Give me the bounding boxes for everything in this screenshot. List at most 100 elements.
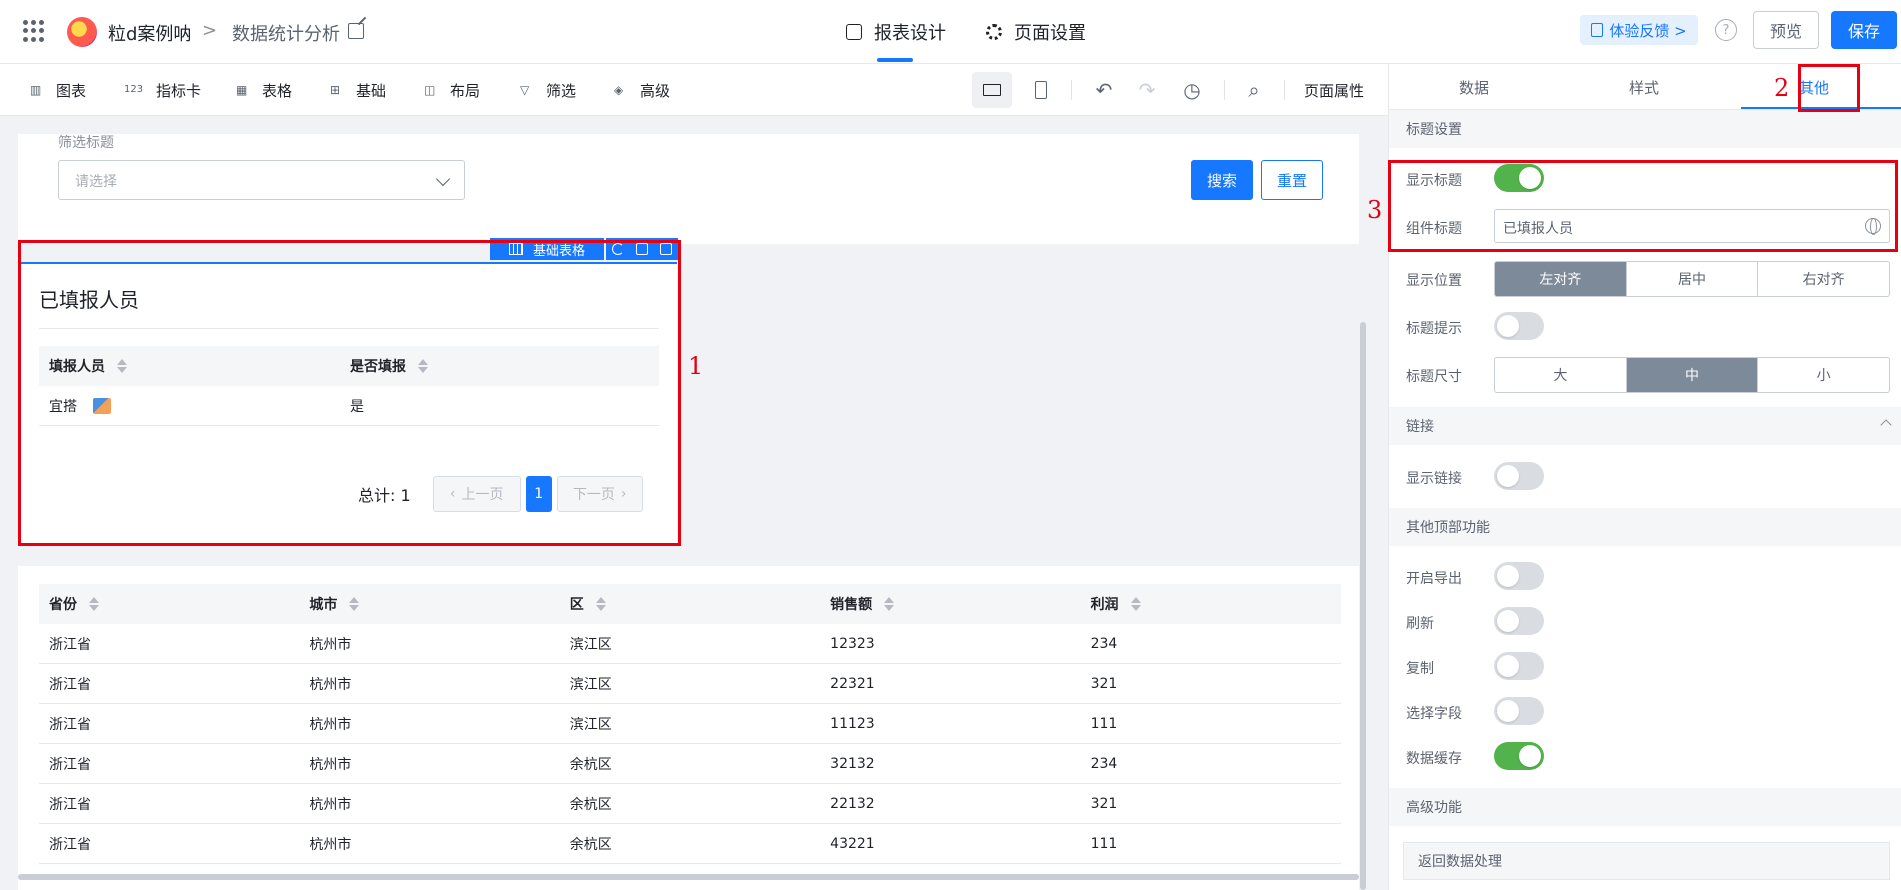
position-option-left[interactable]: 左对齐 — [1495, 262, 1626, 296]
section-link-heading: 链接 — [1406, 419, 1434, 435]
refresh-toggle[interactable] — [1494, 607, 1544, 635]
column-header[interactable]: 利润 — [1081, 594, 1341, 614]
sales-table-component[interactable]: 省份 城市 区 销售额 利润 浙江省 杭州市 滨江区 12323 234 浙江省 杭州市 滨江… — [18, 566, 1359, 890]
gear-icon — [986, 24, 1002, 40]
mobile-view-button[interactable] — [1029, 78, 1053, 102]
copy-icon[interactable] — [636, 243, 648, 255]
search-button[interactable]: 搜索 — [1191, 160, 1253, 200]
return-data-processing[interactable]: 返回数据处理 — [1403, 842, 1890, 880]
data-cache-toggle[interactable] — [1494, 742, 1544, 770]
mobile-icon — [1035, 81, 1047, 99]
title-tip-toggle[interactable] — [1494, 312, 1544, 340]
history-clock-icon[interactable]: ◷ — [1180, 78, 1204, 102]
size-option-medium[interactable]: 中 — [1625, 358, 1758, 392]
next-page-button[interactable]: 下一页 › — [556, 476, 643, 512]
active-tab-indicator — [1741, 107, 1901, 109]
active-tab-indicator — [877, 58, 913, 62]
toolbar-divider — [1071, 80, 1072, 100]
table-cell: 滨江区 — [569, 636, 612, 653]
number-card-icon: 123 — [124, 84, 144, 95]
search-icon[interactable]: ⌕ — [1242, 78, 1266, 102]
save-button[interactable]: 保存 — [1831, 11, 1897, 49]
tab-report-design[interactable]: 报表设计 — [846, 0, 946, 64]
delete-icon[interactable] — [660, 243, 672, 255]
sort-icon[interactable] — [884, 596, 895, 612]
position-option-center[interactable]: 居中 — [1625, 262, 1758, 296]
breadcrumb-separator: > — [202, 20, 218, 41]
toolbar-advanced[interactable]: ◈ 高级 — [614, 64, 670, 116]
toolbar-basic[interactable]: ⊞ 基础 — [330, 64, 386, 116]
column-header[interactable]: 区 — [560, 594, 820, 614]
refresh-icon[interactable] — [612, 243, 624, 255]
toolbar-chart[interactable]: ▥ 图表 — [30, 64, 86, 116]
table-row: 浙江省 杭州市 滨江区 12323 234 — [39, 624, 1341, 664]
section-link[interactable]: 链接 — [1389, 407, 1901, 445]
prev-page-label: 上一页 — [461, 487, 504, 503]
selected-table-component[interactable]: 已填报人员 填报人员 是否填报 宜搭 是 总计: 1 ‹ 上一页 1 下一页 › — [18, 262, 677, 545]
design-canvas: 筛选标题 请选择 搜索 重置 基础表格 已填报人员 填报人员 是否填报 宜搭 是 — [0, 116, 1388, 890]
cell-text: 宜搭 — [49, 398, 77, 415]
table-cell: 杭州市 — [309, 716, 352, 733]
pagination: 总计: 1 ‹ 上一页 1 下一页 › — [358, 475, 643, 513]
table-row: 浙江省 杭州市 滨江区 11123 111 — [39, 704, 1341, 744]
size-option-large[interactable]: 大 — [1495, 358, 1626, 392]
current-page[interactable]: 1 — [525, 476, 552, 512]
toolbar-table[interactable]: ▦ 表格 — [236, 64, 292, 116]
sort-icon[interactable] — [349, 596, 360, 612]
title-size-label: 标题尺寸 — [1406, 369, 1462, 385]
page-properties-button[interactable]: 页面属性 — [1304, 64, 1364, 116]
sort-icon[interactable] — [89, 596, 99, 612]
tab-data[interactable]: 数据 — [1389, 64, 1559, 110]
sort-icon[interactable] — [1130, 596, 1141, 612]
size-option-small[interactable]: 小 — [1757, 358, 1889, 392]
component-type-tag[interactable]: 基础表格 — [490, 238, 604, 260]
component-title-input[interactable]: 已填报人员 — [1494, 209, 1890, 243]
table-cell: 是 — [350, 398, 364, 415]
sort-icon[interactable] — [418, 358, 428, 374]
app-name[interactable]: 粒d案例呐 — [108, 20, 191, 46]
toolbar-layout[interactable]: ◫ 布局 — [424, 64, 480, 116]
component-title-value: 已填报人员 — [1503, 221, 1573, 237]
column-header[interactable]: 填报人员 — [39, 356, 350, 376]
export-toggle[interactable] — [1494, 562, 1544, 590]
tab-style[interactable]: 样式 — [1559, 64, 1729, 110]
help-icon[interactable]: ? — [1715, 19, 1737, 41]
show-title-toggle[interactable] — [1494, 164, 1544, 192]
column-header[interactable]: 销售额 — [820, 594, 1080, 614]
prev-page-button[interactable]: ‹ 上一页 — [432, 476, 521, 512]
copy-toggle[interactable] — [1494, 652, 1544, 680]
toolbar-filter[interactable]: ▽ 筛选 — [520, 64, 576, 116]
column-header[interactable]: 城市 — [299, 594, 559, 614]
app-grid-icon[interactable] — [23, 20, 45, 42]
sort-icon[interactable] — [595, 596, 606, 612]
toolbar-number-card[interactable]: 123 指标卡 — [124, 64, 201, 116]
horizontal-scrollbar[interactable] — [18, 874, 1359, 880]
sort-icon[interactable] — [117, 358, 127, 374]
show-link-toggle[interactable] — [1494, 462, 1544, 490]
desktop-view-button[interactable] — [972, 72, 1012, 108]
column-header[interactable]: 省份 — [39, 594, 299, 614]
table-header-row: 省份 城市 区 销售额 利润 — [39, 584, 1341, 624]
undo-icon[interactable]: ↶ — [1092, 78, 1116, 102]
bar-chart-icon: ▥ — [30, 83, 42, 97]
table-cell: 滨江区 — [569, 716, 612, 733]
position-option-right[interactable]: 右对齐 — [1757, 262, 1889, 296]
filter-select[interactable]: 请选择 — [58, 160, 465, 200]
table-row: 浙江省 杭州市 余杭区 43221 111 — [39, 824, 1341, 864]
feedback-button[interactable]: 体验反馈 > — [1580, 15, 1698, 45]
tab-other[interactable]: 其他 — [1729, 64, 1899, 110]
reset-button[interactable]: 重置 — [1261, 160, 1323, 200]
top-bar: 粒d案例呐 > 数据统计分析 报表设计 页面设置 体验反馈 > ? 预览 保存 — [0, 0, 1901, 64]
tab-page-settings[interactable]: 页面设置 — [986, 0, 1086, 64]
vertical-scrollbar[interactable] — [1360, 322, 1366, 890]
column-header[interactable]: 是否填报 — [350, 356, 659, 376]
user-avatar — [93, 397, 111, 414]
edit-icon[interactable] — [348, 23, 364, 39]
select-fields-toggle[interactable] — [1494, 697, 1544, 725]
table-cell: 浙江省 — [49, 676, 91, 693]
redo-icon[interactable]: ↷ — [1135, 78, 1159, 102]
preview-button[interactable]: 预览 — [1753, 11, 1819, 49]
table-cell: 浙江省 — [49, 636, 91, 653]
globe-icon[interactable] — [1865, 218, 1881, 235]
filter-component[interactable]: 筛选标题 请选择 搜索 重置 — [18, 134, 1359, 244]
